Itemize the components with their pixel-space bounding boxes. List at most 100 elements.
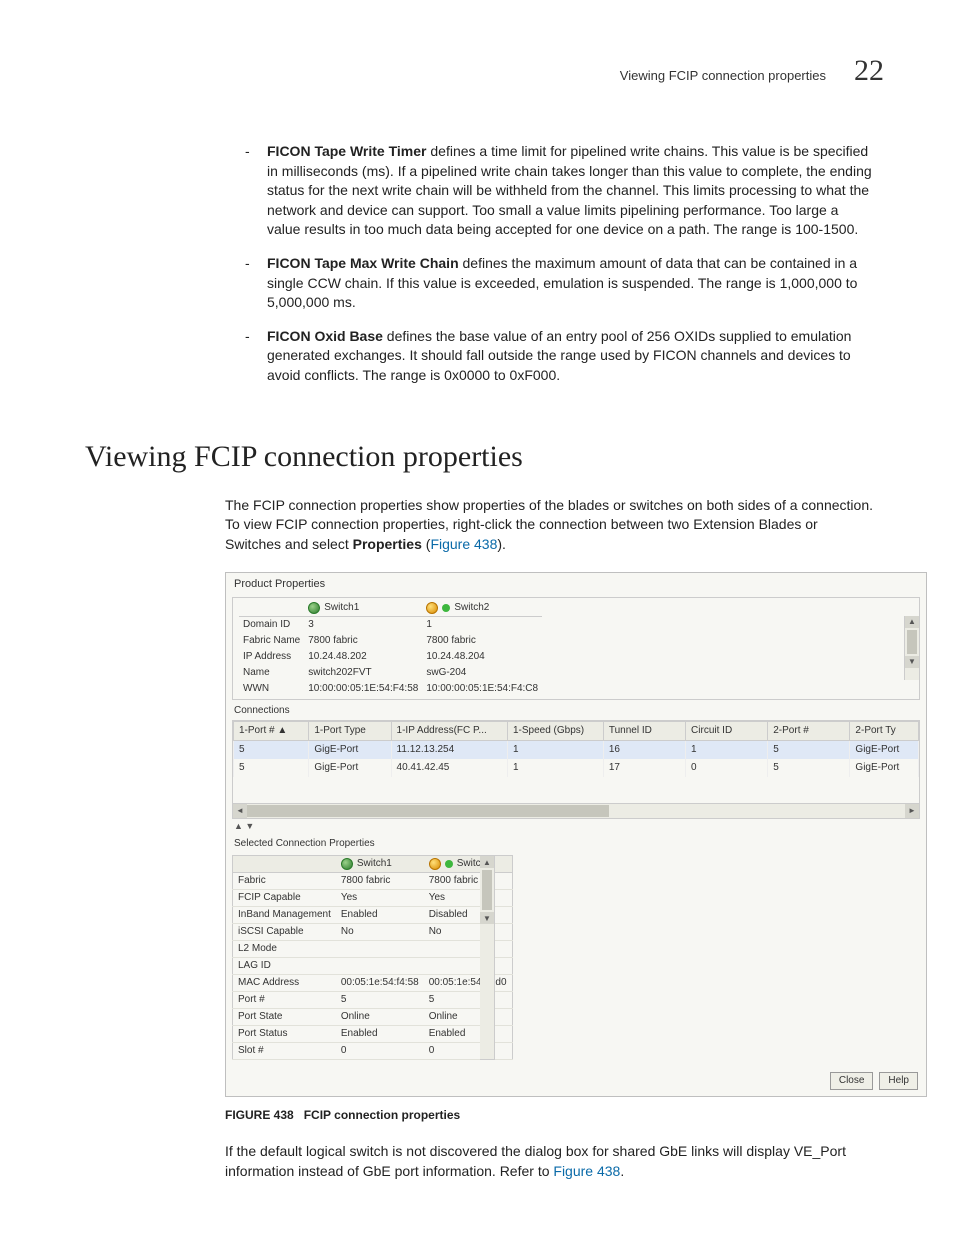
figure-link[interactable]: Figure 438	[430, 536, 497, 552]
row-value: 5	[424, 992, 512, 1009]
followup-text: If the default logical switch is not dis…	[225, 1143, 846, 1179]
row-value: Online	[424, 1009, 512, 1026]
scroll-down-icon[interactable]: ▼	[905, 656, 919, 668]
table-row: Fabric Name7800 fabric7800 fabric	[239, 633, 542, 649]
row-value: 0	[424, 1043, 512, 1060]
row-value: 3	[304, 616, 422, 633]
dialog-buttons: Close Help	[226, 1066, 926, 1096]
table-row: IP Address10.24.48.20210.24.48.204	[239, 649, 542, 665]
page-header: Viewing FCIP connection properties 22	[85, 50, 894, 92]
switch1-header: Switch1	[357, 857, 392, 871]
row-value: 7800 fabric	[422, 633, 542, 649]
table-row: FCIP CapableYesYes	[233, 890, 513, 907]
column-header[interactable]: 1-IP Address(FC P...	[391, 721, 507, 740]
table-row: Port #55	[233, 992, 513, 1009]
table-row: iSCSI CapableNoNo	[233, 924, 513, 941]
table-row: Slot #00	[233, 1043, 513, 1060]
cell: 5	[768, 740, 850, 759]
row-label: Port #	[233, 992, 336, 1009]
close-button[interactable]: Close	[830, 1072, 874, 1090]
help-button[interactable]: Help	[879, 1072, 918, 1090]
row-value: Yes	[424, 890, 512, 907]
row-value: 10.24.48.204	[422, 649, 542, 665]
intro-bold: Properties	[353, 536, 422, 552]
cell: 40.41.42.45	[391, 759, 507, 777]
vertical-scrollbar[interactable]: ▲ ▼	[480, 855, 495, 1060]
table-row: Port StatusEnabledEnabled	[233, 1026, 513, 1043]
row-value: Enabled	[336, 1026, 424, 1043]
row-label: Port Status	[233, 1026, 336, 1043]
breadcrumb: Viewing FCIP connection properties	[620, 67, 826, 85]
section-heading: Viewing FCIP connection properties	[85, 436, 894, 478]
bullet-item: - FICON Tape Max Write Chain defines the…	[245, 254, 874, 313]
column-header[interactable]: Tunnel ID	[603, 721, 685, 740]
table-row: WWN10:00:00:05:1E:54:F4:5810:00:00:05:1E…	[239, 681, 542, 697]
row-value: 7800 fabric	[304, 633, 422, 649]
scroll-thumb[interactable]	[907, 630, 917, 654]
row-value	[336, 958, 424, 975]
row-label: iSCSI Capable	[233, 924, 336, 941]
bullet-bold: FICON Oxid Base	[267, 328, 383, 344]
product-properties-dialog: Product Properties Switch1 Switch2 Domai…	[225, 572, 927, 1097]
cell: 1	[507, 740, 603, 759]
cell: 16	[603, 740, 685, 759]
row-value: 7800 fabric	[336, 873, 424, 890]
table-row: Domain ID31	[239, 616, 542, 633]
scroll-up-icon[interactable]: ▲	[480, 856, 494, 868]
scroll-up-icon[interactable]: ▲	[905, 616, 919, 628]
table-row: Nameswitch202FVTswG-204	[239, 665, 542, 681]
connections-table: 1-Port # ▲1-Port Type1-IP Address(FC P..…	[233, 721, 919, 803]
row-value	[424, 958, 512, 975]
scroll-thumb[interactable]	[247, 805, 609, 817]
table-row[interactable]: 5GigE-Port11.12.13.25411615GigE-Port	[234, 740, 919, 759]
switch-icon	[308, 602, 320, 614]
table-row[interactable]: 5GigE-Port40.41.42.4511705GigE-Port	[234, 759, 919, 777]
column-header[interactable]: 1-Port Type	[309, 721, 391, 740]
cell: 0	[686, 759, 768, 777]
vertical-scrollbar[interactable]: ▲ ▼	[904, 616, 919, 680]
scroll-left-icon[interactable]: ◄	[233, 804, 247, 818]
row-value: 10:00:00:05:1E:54:F4:58	[304, 681, 422, 697]
table-row: L2 Mode	[233, 941, 513, 958]
row-value: 10.24.48.202	[304, 649, 422, 665]
row-label: L2 Mode	[233, 941, 336, 958]
horizontal-scrollbar[interactable]: ◄ ►	[233, 803, 919, 818]
switch1-header: Switch1	[324, 601, 359, 615]
row-label: Domain ID	[239, 616, 304, 633]
scroll-right-icon[interactable]: ►	[905, 804, 919, 818]
column-header[interactable]: Circuit ID	[686, 721, 768, 740]
row-value: Enabled	[424, 1026, 512, 1043]
bullet-bold: FICON Tape Max Write Chain	[267, 255, 459, 271]
cell: GigE-Port	[850, 740, 919, 759]
figure-text: FCIP connection properties	[304, 1108, 460, 1122]
column-header[interactable]: 2-Port Ty	[850, 721, 919, 740]
column-header[interactable]: 2-Port #	[768, 721, 850, 740]
cell: GigE-Port	[850, 759, 919, 777]
intro-text: The FCIP connection properties show prop…	[225, 497, 873, 552]
figure-link[interactable]: Figure 438	[553, 1163, 620, 1179]
cell: GigE-Port	[309, 740, 391, 759]
row-label: FCIP Capable	[233, 890, 336, 907]
table-row: MAC Address00:05:1e:54:f4:5800:05:1e:54:…	[233, 975, 513, 992]
row-value: Disabled	[424, 907, 512, 924]
row-label: WWN	[239, 681, 304, 697]
figure-caption: FIGURE 438 FCIP connection properties	[225, 1107, 894, 1124]
dash-icon: -	[245, 142, 253, 240]
table-row: LAG ID	[233, 958, 513, 975]
row-value: Yes	[336, 890, 424, 907]
scroll-down-icon[interactable]: ▼	[480, 912, 494, 924]
cell: 11.12.13.254	[391, 740, 507, 759]
row-value: No	[424, 924, 512, 941]
row-value: 0	[336, 1043, 424, 1060]
status-icon	[429, 858, 441, 870]
sort-toggle[interactable]: ▲ ▼	[226, 819, 926, 834]
bullet-bold: FICON Tape Write Timer	[267, 143, 426, 159]
row-value	[424, 941, 512, 958]
selected-connection-block: Switch1 Switch2 Fabric7800 fabric7800 fa…	[232, 855, 920, 1060]
bullet-list: - FICON Tape Write Timer defines a time …	[245, 142, 874, 386]
row-label: IP Address	[239, 649, 304, 665]
bullet-item: - FICON Tape Write Timer defines a time …	[245, 142, 874, 240]
column-header[interactable]: 1-Speed (Gbps)	[507, 721, 603, 740]
column-header[interactable]: 1-Port # ▲	[234, 721, 309, 740]
scroll-thumb[interactable]	[482, 870, 492, 910]
